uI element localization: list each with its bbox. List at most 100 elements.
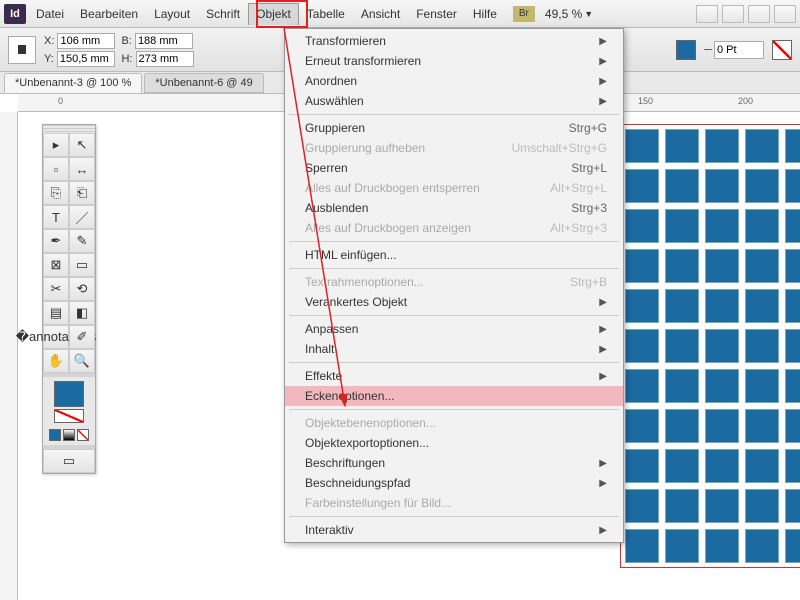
grid-cell[interactable]: [745, 169, 779, 203]
grid-cell[interactable]: [745, 529, 779, 563]
menu-item-beschriftungen[interactable]: Beschriftungen▶: [285, 453, 623, 473]
grid-cell[interactable]: [665, 449, 699, 483]
grid-cell[interactable]: [665, 249, 699, 283]
grid-cell[interactable]: [745, 129, 779, 163]
eyedropper-tool[interactable]: ✐: [69, 325, 95, 349]
menu-item-effekte[interactable]: Effekte▶: [285, 366, 623, 386]
menu-item-objektexportoptionen[interactable]: Objektexportoptionen...: [285, 433, 623, 453]
grid-cell[interactable]: [665, 169, 699, 203]
grid-cell[interactable]: [745, 209, 779, 243]
grid-cell[interactable]: [785, 129, 800, 163]
document-page[interactable]: [620, 124, 800, 568]
x-field[interactable]: [57, 33, 115, 49]
grid-cell[interactable]: [705, 369, 739, 403]
tab-doc-1[interactable]: *Unbenannt-3 @ 100 %: [4, 73, 142, 93]
grid-cell[interactable]: [625, 369, 659, 403]
grid-cell[interactable]: [665, 289, 699, 323]
grid-cell[interactable]: [785, 209, 800, 243]
gradient-feather-tool[interactable]: ◧: [69, 301, 95, 325]
grid-cell[interactable]: [785, 329, 800, 363]
grid-cell[interactable]: [785, 369, 800, 403]
grid-cell[interactable]: [785, 449, 800, 483]
view-btn-1[interactable]: [696, 5, 718, 23]
stroke-color-swatch[interactable]: [54, 409, 84, 423]
grid-cell[interactable]: [745, 449, 779, 483]
grid-cell[interactable]: [665, 369, 699, 403]
grid-cell[interactable]: [625, 449, 659, 483]
grid-cell[interactable]: [665, 209, 699, 243]
fill-color-swatch[interactable]: [54, 381, 84, 407]
menu-item-interaktiv[interactable]: Interaktiv▶: [285, 520, 623, 540]
grid-cell[interactable]: [785, 249, 800, 283]
grid-cell[interactable]: [665, 329, 699, 363]
grid-cell[interactable]: [785, 169, 800, 203]
menu-hilfe[interactable]: Hilfe: [465, 3, 505, 25]
grid-cell[interactable]: [705, 489, 739, 523]
grid-cell[interactable]: [785, 529, 800, 563]
grid-cell[interactable]: [745, 489, 779, 523]
rect-frame-tool[interactable]: ⊠: [43, 253, 69, 277]
menu-item-verankertes-objekt[interactable]: Verankertes Objekt▶: [285, 292, 623, 312]
menu-item-ausblenden[interactable]: AusblendenStrg+3: [285, 198, 623, 218]
grid-cell[interactable]: [705, 209, 739, 243]
apply-gradient[interactable]: [63, 429, 75, 441]
grid-cell[interactable]: [665, 529, 699, 563]
content-placer[interactable]: ⎗: [69, 181, 95, 205]
menu-item-beschneidungspfad[interactable]: Beschneidungspfad▶: [285, 473, 623, 493]
grid-cell[interactable]: [705, 449, 739, 483]
menu-ansicht[interactable]: Ansicht: [353, 3, 408, 25]
type-tool[interactable]: T: [43, 205, 69, 229]
bridge-badge[interactable]: Br: [513, 6, 535, 22]
menu-item-transformieren[interactable]: Transformieren▶: [285, 31, 623, 51]
menu-bearbeiten[interactable]: Bearbeiten: [72, 3, 146, 25]
grid-cell[interactable]: [785, 409, 800, 443]
menu-layout[interactable]: Layout: [146, 3, 198, 25]
grid-cell[interactable]: [705, 409, 739, 443]
view-btn-2[interactable]: [722, 5, 744, 23]
menu-datei[interactable]: Datei: [28, 3, 72, 25]
panel-grip[interactable]: [43, 125, 95, 133]
menu-item-eckenoptionen[interactable]: Eckenoptionen...: [285, 386, 623, 406]
menu-item-gruppieren[interactable]: GruppierenStrg+G: [285, 118, 623, 138]
reference-point[interactable]: [8, 36, 36, 64]
grid-cell[interactable]: [625, 409, 659, 443]
content-collector[interactable]: ⎘: [43, 181, 69, 205]
grid-cell[interactable]: [625, 289, 659, 323]
pen-tool[interactable]: ✒: [43, 229, 69, 253]
grid-cell[interactable]: [625, 129, 659, 163]
gap-tool[interactable]: ↔: [69, 157, 95, 181]
grid-cell[interactable]: [665, 409, 699, 443]
grid-cell[interactable]: [745, 409, 779, 443]
view-btn-3[interactable]: [748, 5, 770, 23]
menu-item-erneut-transformieren[interactable]: Erneut transformieren▶: [285, 51, 623, 71]
menu-item-inhalt[interactable]: Inhalt▶: [285, 339, 623, 359]
w-field[interactable]: [135, 33, 193, 49]
stroke-swatch[interactable]: [772, 40, 792, 60]
grid-cell[interactable]: [745, 329, 779, 363]
view-mode-tool[interactable]: ▭: [43, 449, 95, 473]
pencil-tool[interactable]: ✎: [69, 229, 95, 253]
grid-cell[interactable]: [705, 129, 739, 163]
grid-cell[interactable]: [625, 529, 659, 563]
grid-cell[interactable]: [625, 249, 659, 283]
menu-fenster[interactable]: Fenster: [408, 3, 465, 25]
scissors-tool[interactable]: ✂: [43, 277, 69, 301]
fill-swatch[interactable]: [676, 40, 696, 60]
grid-cell[interactable]: [745, 289, 779, 323]
grid-cell[interactable]: [625, 489, 659, 523]
note-tool[interactable]: �annotations: [43, 325, 69, 349]
apply-color[interactable]: [49, 429, 61, 441]
stroke-weight[interactable]: ─: [704, 41, 764, 59]
hand-tool[interactable]: ✋: [43, 349, 69, 373]
stroke-weight-field[interactable]: [714, 41, 764, 59]
tools-panel[interactable]: ▸↖▫↔⎘⎗T／✒✎⊠▭✂⟲▤◧�annotations✐✋🔍 ▭: [42, 124, 96, 474]
grid-cell[interactable]: [705, 289, 739, 323]
grid-cell[interactable]: [785, 489, 800, 523]
grid-cell[interactable]: [745, 249, 779, 283]
transform-tool[interactable]: ⟲: [69, 277, 95, 301]
grid-cell[interactable]: [625, 169, 659, 203]
menu-item-anpassen[interactable]: Anpassen▶: [285, 319, 623, 339]
grid-cell[interactable]: [745, 369, 779, 403]
grid-cell[interactable]: [785, 289, 800, 323]
menu-schrift[interactable]: Schrift: [198, 3, 248, 25]
